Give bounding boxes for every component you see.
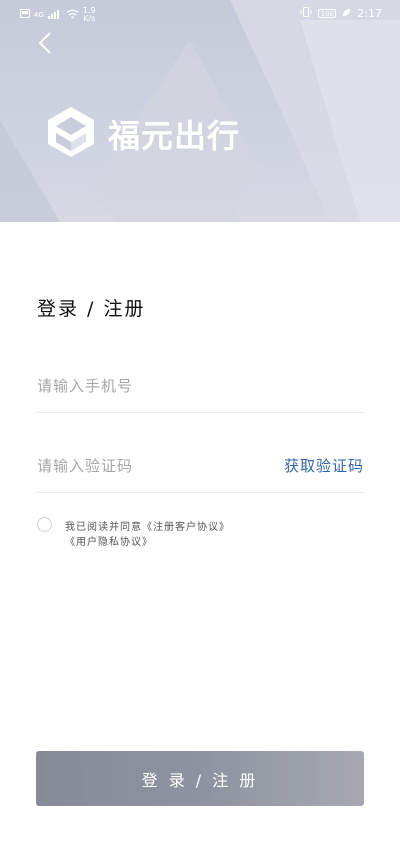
network-speed: 1.9 K/s: [83, 7, 96, 23]
code-field-row: 获取验证码: [37, 440, 364, 493]
page-title: 登录 / 注册: [37, 298, 146, 320]
chevron-left-icon: [38, 31, 52, 59]
signal-icon: [47, 9, 62, 22]
status-left: 4G 1.9 K/s: [20, 7, 96, 23]
network-speed-unit: K/s: [83, 14, 96, 23]
register-agreement-link[interactable]: 《注册客户协议》: [142, 522, 230, 533]
status-bar: 4G 1.9 K/s 100 2:17: [0, 0, 400, 28]
agreement-text: 我已阅读并同意《注册客户协议》 《用户隐私协议》: [65, 520, 230, 550]
privacy-agreement-link[interactable]: 《用户隐私协议》: [65, 537, 153, 548]
fuyuan-logo-icon: [44, 105, 98, 163]
phone-field-row: [37, 360, 364, 413]
verification-code-input[interactable]: [37, 440, 267, 492]
network-type-label: 4G: [34, 11, 44, 19]
login-register-button[interactable]: 登 录 / 注 册: [36, 751, 364, 806]
header-banner: 4G 1.9 K/s 100 2:17 福元出行: [0, 0, 400, 222]
agreement-prefix: 我已阅读并同意: [65, 522, 142, 533]
leaf-icon: [342, 8, 351, 20]
vibrate-icon: [300, 7, 312, 20]
back-button[interactable]: [32, 30, 58, 60]
get-code-button[interactable]: 获取验证码: [284, 440, 364, 492]
battery-icon: 100: [318, 9, 337, 18]
brand: 福元出行: [44, 104, 240, 164]
agree-radio[interactable]: [37, 517, 52, 532]
status-right: 100 2:17: [300, 7, 382, 20]
status-time: 2:17: [357, 7, 382, 20]
brand-name: 福元出行: [108, 117, 241, 155]
sim-icon: [20, 9, 30, 21]
phone-input[interactable]: [37, 360, 267, 412]
wifi-icon: [66, 9, 79, 22]
